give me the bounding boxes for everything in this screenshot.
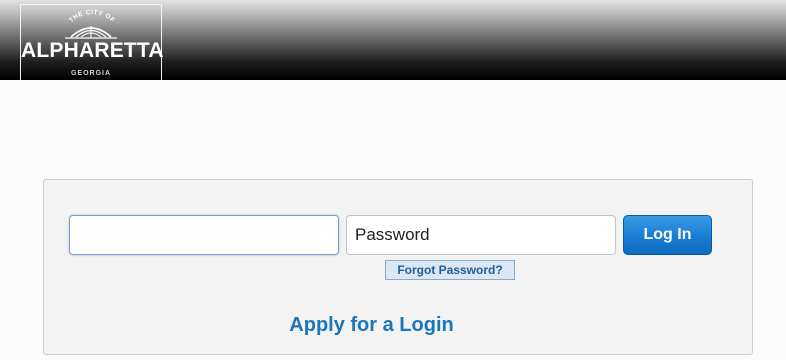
username-input[interactable] xyxy=(69,215,339,255)
forgot-password-link[interactable]: Forgot Password? xyxy=(385,260,515,280)
logo-state-name: GEORGIA xyxy=(70,70,112,77)
svg-text:THE CITY OF: THE CITY OF xyxy=(68,9,116,24)
password-input[interactable] xyxy=(346,215,616,255)
log-in-button[interactable]: Log In xyxy=(623,215,712,255)
apply-for-login-container: Apply for a Login xyxy=(0,312,743,338)
apply-for-login-link[interactable]: Apply for a Login xyxy=(289,312,453,338)
logo-city-name: ALPHARETTA xyxy=(21,39,164,62)
logo-arc-text: THE CITY OF xyxy=(68,9,116,24)
city-logo[interactable]: THE CITY OF ALPHARETTA GEORGIA xyxy=(20,4,164,80)
